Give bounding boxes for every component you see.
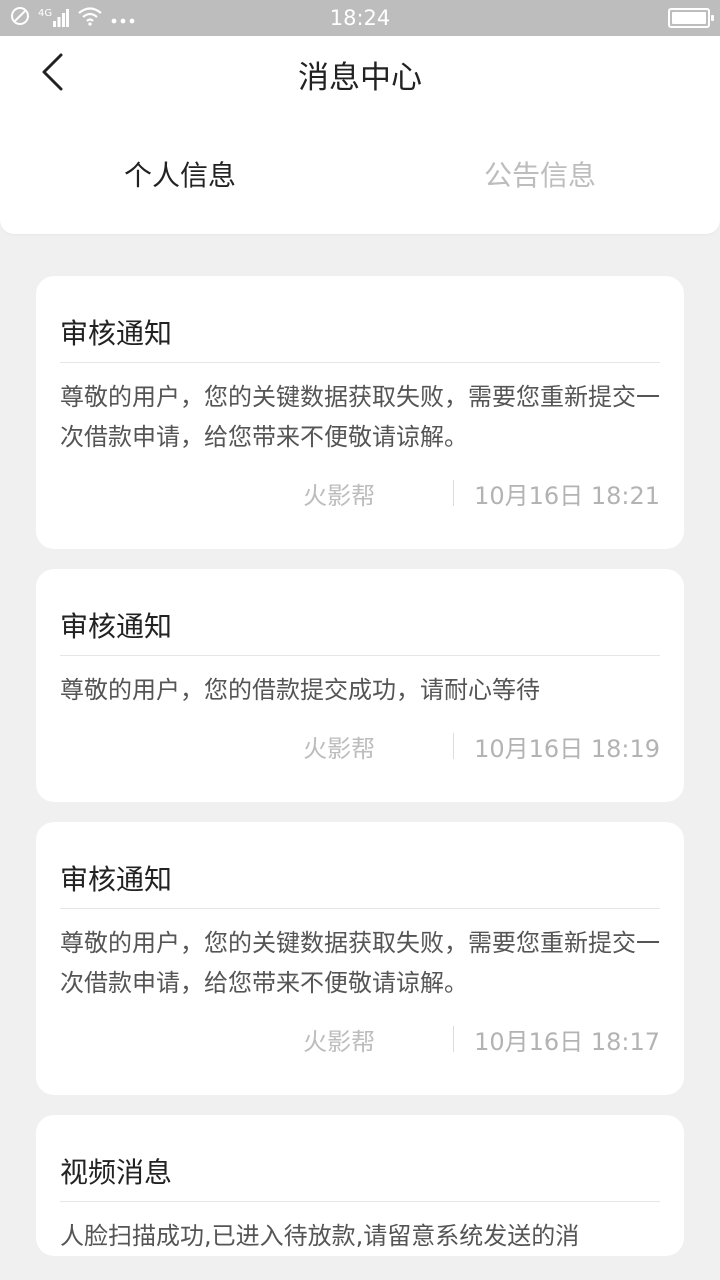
message-meta: 火影帮 10月16日 18:19 bbox=[60, 726, 660, 766]
message-card[interactable]: 视频消息 人脸扫描成功,已进入待放款,请留意系统发送的消 bbox=[36, 1115, 684, 1256]
message-time: 10月16日 18:17 bbox=[474, 1027, 660, 1056]
tab-personal[interactable]: 个人信息 bbox=[0, 156, 360, 196]
meta-divider bbox=[453, 733, 455, 759]
status-bar: 4G 18:24 bbox=[0, 0, 720, 36]
message-card[interactable]: 审核通知 尊敬的用户，您的关键数据获取失败，需要您重新提交一次借款申请，给您带来… bbox=[36, 276, 684, 549]
message-card[interactable]: 审核通知 尊敬的用户，您的关键数据获取失败，需要您重新提交一次借款申请，给您带来… bbox=[36, 822, 684, 1095]
message-body: 尊敬的用户，您的关键数据获取失败，需要您重新提交一次借款申请，给您带来不便敬请谅… bbox=[60, 929, 660, 997]
message-source: 火影帮 bbox=[303, 734, 376, 763]
message-time: 10月16日 18:19 bbox=[474, 734, 660, 763]
tab-bar: 个人信息 公告信息 bbox=[0, 124, 720, 234]
battery-icon bbox=[668, 8, 714, 28]
message-source: 火影帮 bbox=[303, 481, 376, 510]
message-title: 审核通知 bbox=[60, 276, 660, 363]
message-body: 尊敬的用户，您的关键数据获取失败，需要您重新提交一次借款申请，给您带来不便敬请谅… bbox=[60, 383, 660, 451]
meta-divider bbox=[453, 1026, 455, 1052]
meta-divider bbox=[453, 480, 455, 506]
message-meta: 火影帮 10月16日 18:21 bbox=[60, 473, 660, 513]
message-body: 尊敬的用户，您的借款提交成功，请耐心等待 bbox=[60, 676, 540, 704]
message-title: 视频消息 bbox=[60, 1115, 660, 1202]
status-time: 18:24 bbox=[329, 6, 391, 30]
message-time: 10月16日 18:21 bbox=[474, 481, 660, 510]
message-list: 审核通知 尊敬的用户，您的关键数据获取失败，需要您重新提交一次借款申请，给您带来… bbox=[36, 276, 684, 1276]
message-title: 审核通知 bbox=[60, 569, 660, 656]
tab-announcements[interactable]: 公告信息 bbox=[360, 156, 720, 196]
nav-header: 消息中心 bbox=[0, 36, 720, 124]
message-body: 人脸扫描成功,已进入待放款,请留意系统发送的消 bbox=[60, 1222, 580, 1250]
message-title: 审核通知 bbox=[60, 822, 660, 909]
page-title: 消息中心 bbox=[298, 60, 422, 96]
message-source: 火影帮 bbox=[303, 1027, 376, 1056]
message-card[interactable]: 审核通知 尊敬的用户，您的借款提交成功，请耐心等待 火影帮 10月16日 18:… bbox=[36, 569, 684, 802]
message-meta: 火影帮 10月16日 18:17 bbox=[60, 1019, 660, 1059]
